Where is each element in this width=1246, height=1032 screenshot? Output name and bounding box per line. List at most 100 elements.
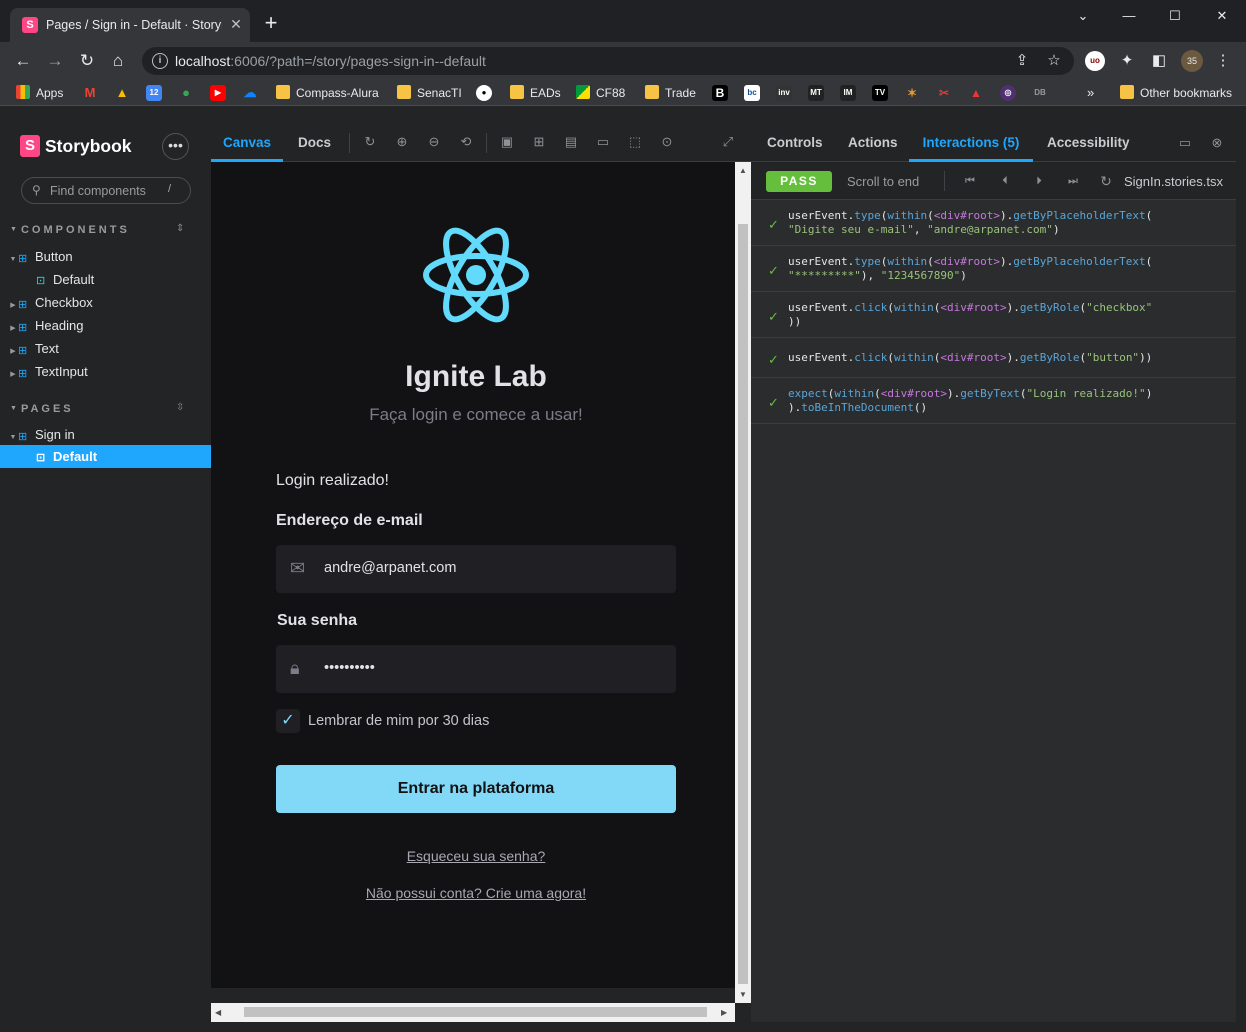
bookmark-purple-icon[interactable]: ◎ [1000,85,1016,101]
profile-avatar[interactable]: 35 [1181,50,1203,72]
scrollbar-thumb[interactable] [738,224,748,984]
interaction-row[interactable]: ✓ userEvent.type(within(<div#root>).getBy… [751,200,1236,246]
section-components[interactable]: ▼ COMPONENTS [10,224,130,236]
scroll-right-icon[interactable]: ▶ [721,1008,727,1017]
bookmark-bc-icon[interactable]: bc [744,85,760,101]
bookmark-star-icon[interactable]: ☆ [1044,51,1064,71]
bookmark-eads[interactable]: EADs [510,85,561,101]
background-icon[interactable]: ▣ [499,134,515,150]
close-panel-icon[interactable]: ⊗ [1209,135,1225,151]
tab-actions[interactable]: Actions [848,124,898,162]
signup-link[interactable]: Não possui conta? Crie uma agora! [211,885,741,901]
close-tab-icon[interactable]: ✕ [228,16,244,32]
tab-interactions[interactable]: Interactions (5) [909,124,1033,162]
sidebar-menu-button[interactable]: ••• [162,133,189,160]
interaction-row[interactable]: ✓ userEvent.click(within(<div#root>).getB… [751,292,1236,338]
forgot-password-link[interactable]: Esqueceu sua senha? [211,848,741,864]
vertical-scrollbar[interactable]: ▲ ▼ [735,162,751,1003]
calendar-icon[interactable]: 12 [146,85,162,101]
maps-icon[interactable]: ● [178,85,194,101]
home-icon[interactable]: ⌂ [108,51,128,71]
sidebar-story-sign-in-default[interactable]: ⊡ Default [0,445,211,468]
bookmark-chart-icon[interactable]: ✶ [904,85,920,101]
remember-checkbox[interactable]: ✓ [276,709,300,733]
go-to-start-icon[interactable]: ⏮ [962,172,978,190]
bookmark-inv-icon[interactable]: inv [776,85,792,101]
signup-text[interactable]: Não possui conta? Crie uma agora! [366,885,586,901]
sidebar-item-sign-in[interactable]: ▼ ⊞ Sign in [0,423,211,446]
email-field[interactable]: ✉ andre@arpanet.com [276,545,676,593]
viewport-icon[interactable]: ▤ [563,134,579,150]
ublock-icon[interactable]: uo [1085,51,1105,71]
forward-icon[interactable]: → [45,51,65,71]
go-to-end-icon[interactable]: ⏭ [1065,172,1081,190]
share-icon[interactable]: ⇪ [1012,51,1032,71]
sidebar-item-text[interactable]: ▶ ⊞ Text [0,337,211,360]
site-info-icon[interactable]: i [152,53,168,69]
youtube-icon[interactable]: ▶ [210,85,226,101]
scroll-left-icon[interactable]: ◀ [215,1008,221,1017]
reload-icon[interactable]: ↻ [77,51,97,71]
bookmark-apps[interactable]: Apps [16,85,63,101]
back-icon[interactable]: ← [13,51,33,71]
sidebar-item-checkbox[interactable]: ▶ ⊞ Checkbox [0,291,211,314]
bookmark-cf88[interactable]: CF88 [576,85,625,101]
extensions-icon[interactable]: ✦ [1117,51,1137,71]
bookmark-dark-icon[interactable]: DB [1032,85,1048,101]
tab-controls[interactable]: Controls [767,124,823,162]
tab-docs[interactable]: Docs [298,124,331,162]
scroll-up-icon[interactable]: ▲ [739,166,747,175]
sidebar-item-heading[interactable]: ▶ ⊞ Heading [0,314,211,337]
fullscreen-icon[interactable]: ⤢ [720,134,736,150]
zoom-in-icon[interactable]: ⊕ [394,134,410,150]
sidebar-item-textinput[interactable]: ▶ ⊞ TextInput [0,360,211,383]
password-field[interactable]: 🔒︎ •••••••••• [276,645,676,693]
acrobat-icon[interactable]: ▲ [968,85,984,101]
scroll-down-icon[interactable]: ▼ [739,990,747,999]
address-bar[interactable]: i localhost:6006/?path=/story/pages-sign… [142,47,1074,75]
sidebar-item-button[interactable]: ▼ ⊞ Button [0,245,211,268]
onedrive-icon[interactable]: ☁ [242,85,258,101]
url-text[interactable]: localhost:6006/?path=/story/pages-sign-i… [175,53,486,69]
panel-orientation-icon[interactable]: ▭ [1177,135,1193,151]
interaction-row[interactable]: ✓ expect(within(<div#root>).getByText("Lo… [751,378,1236,424]
interaction-row[interactable]: ✓ userEvent.type(within(<div#root>).getBy… [751,246,1236,292]
tradingview-icon[interactable]: TV [872,85,888,101]
browser-tab[interactable]: S Pages / Sign in - Default · Storybook … [10,8,250,42]
tab-search-icon[interactable]: ⌄ [1068,6,1098,26]
section-pages[interactable]: ▼ PAGES [10,403,74,415]
bookmark-trade[interactable]: Trade [645,85,696,101]
bookmark-senacti[interactable]: SenacTI [397,85,462,101]
outline-icon[interactable]: ⬚ [627,134,643,150]
side-panel-icon[interactable]: ◧ [1149,51,1169,71]
github-icon[interactable]: ● [476,85,492,101]
zoom-out-icon[interactable]: ⊖ [426,134,442,150]
browser-menu-icon[interactable]: ⋮ [1213,51,1233,71]
tab-accessibility[interactable]: Accessibility [1047,124,1130,162]
step-forward-icon[interactable]: ⏵ [1031,172,1047,190]
horizontal-scrollbar[interactable]: ◀ ▶ [211,1003,735,1022]
gmail-icon[interactable]: M [82,85,98,101]
bookmark-other[interactable]: Other bookmarks [1120,85,1232,101]
bookmark-scissors-icon[interactable]: ✂ [936,85,952,101]
bookmark-im-icon[interactable]: IM [840,85,856,101]
maximize-icon[interactable]: ☐ [1160,6,1190,26]
scroll-to-end-button[interactable]: Scroll to end [847,174,919,189]
expand-all-icon[interactable]: ⇕ [176,223,184,234]
step-back-icon[interactable]: ⏴ [997,172,1013,190]
forgot-password-text[interactable]: Esqueceu sua senha? [407,848,546,864]
interaction-row[interactable]: ✓ userEvent.click(within(<div#root>).getB… [751,338,1236,378]
drive-icon[interactable]: ▲ [114,85,130,101]
more-bookmarks-icon[interactable]: » [1087,85,1094,101]
grid-icon[interactable]: ⊞ [531,134,547,150]
close-window-icon[interactable]: ✕ [1207,6,1237,26]
measure-icon[interactable]: ▭ [595,134,611,150]
collapse-all-icon[interactable]: ⇳ [176,402,184,413]
sidebar-story-button-default[interactable]: ⊡ Default [0,268,211,291]
search-field[interactable]: ⚲ Find components / [21,177,191,204]
remount-icon[interactable]: ↻ [362,134,378,150]
tab-canvas[interactable]: Canvas [211,124,283,162]
minimize-icon[interactable]: — [1114,6,1144,26]
submit-button[interactable]: Entrar na plataforma [276,765,676,813]
scrollbar-thumb[interactable] [244,1007,707,1017]
